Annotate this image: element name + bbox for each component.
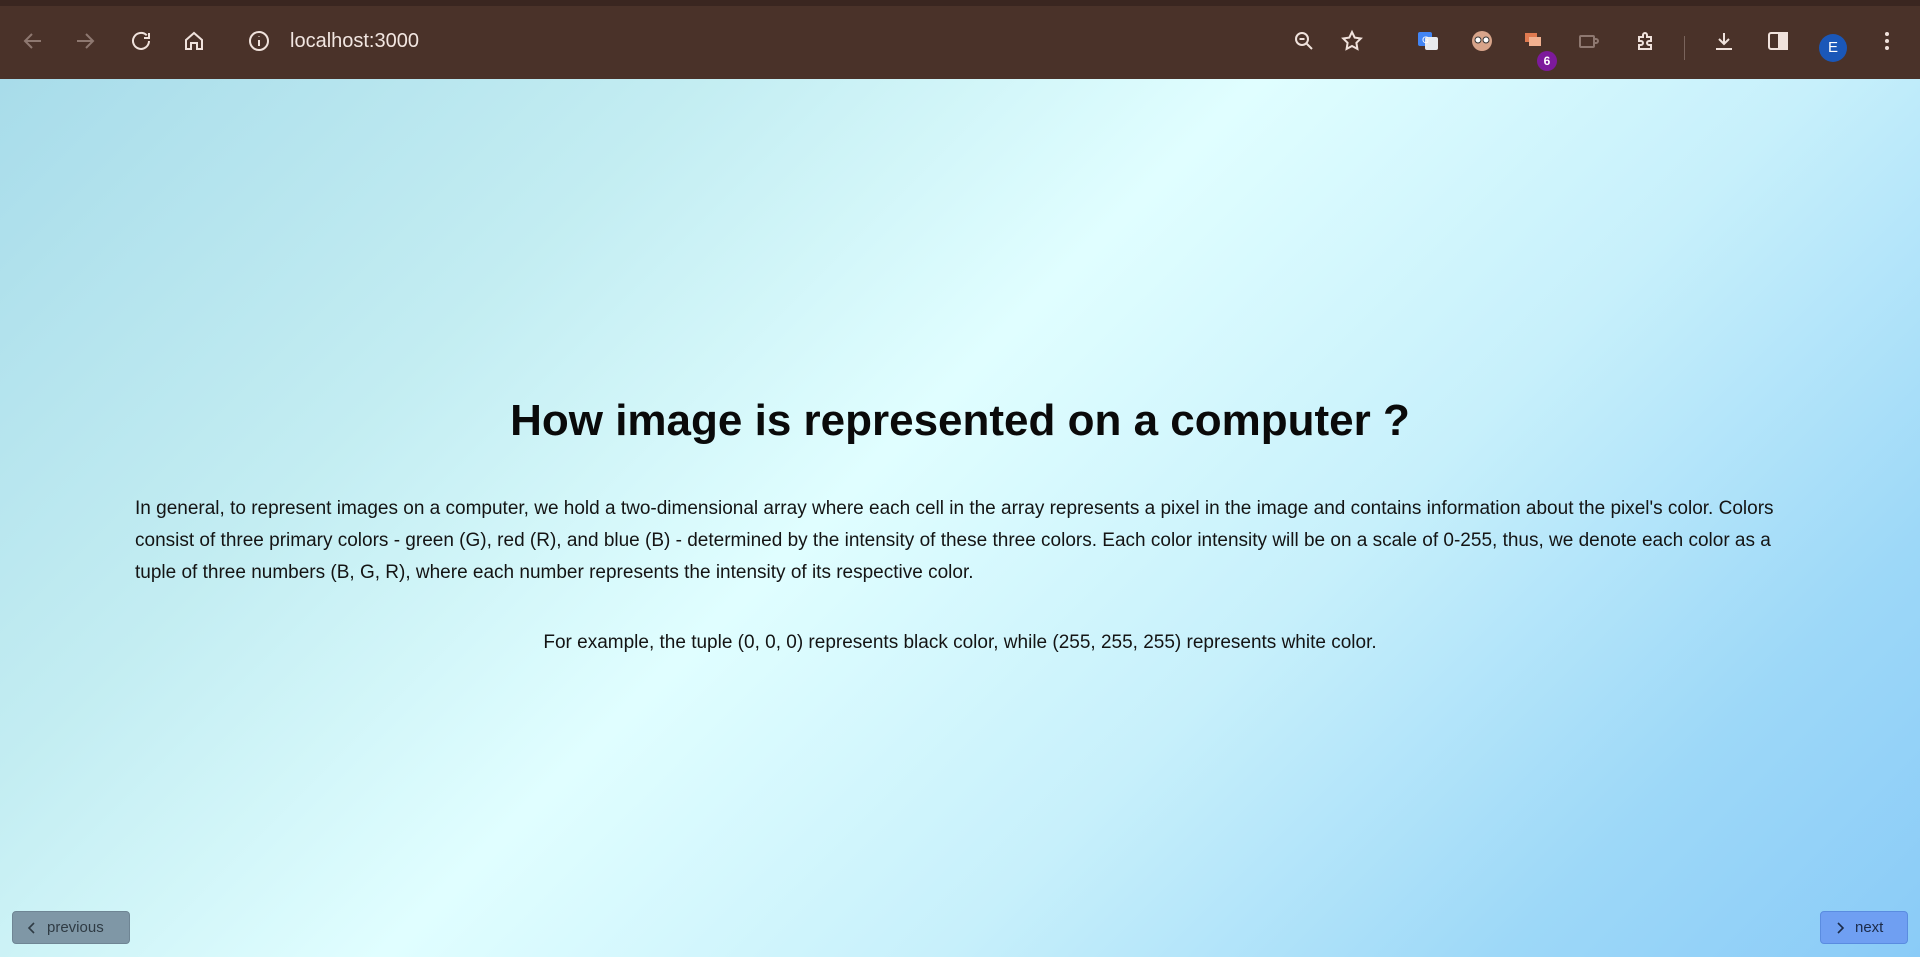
page-title: How image is represented on a computer ? bbox=[510, 396, 1410, 445]
previous-button[interactable]: previous bbox=[12, 911, 130, 944]
chevron-right-icon bbox=[1837, 921, 1845, 934]
site-info-icon[interactable] bbox=[246, 28, 272, 54]
example-text: For example, the tuple (0, 0, 0) represe… bbox=[543, 632, 1377, 653]
menu-icon[interactable] bbox=[1874, 28, 1900, 54]
avatar[interactable]: E bbox=[1819, 34, 1847, 62]
back-icon[interactable] bbox=[20, 28, 46, 54]
extension-cup-icon[interactable] bbox=[1576, 28, 1602, 54]
browser-toolbar: localhost:3000 G 6 E bbox=[0, 0, 1920, 79]
extension-cards-icon[interactable] bbox=[1521, 28, 1547, 54]
download-icon[interactable] bbox=[1711, 28, 1737, 54]
explanation-paragraph: In general, to represent images on a com… bbox=[135, 498, 1774, 583]
next-button-label: next bbox=[1855, 919, 1884, 936]
page-content: How image is represented on a computer ?… bbox=[0, 79, 1920, 957]
home-icon[interactable] bbox=[181, 28, 207, 54]
next-button[interactable]: next bbox=[1820, 911, 1908, 944]
previous-button-label: previous bbox=[47, 919, 104, 936]
address-bar-url[interactable]: localhost:3000 bbox=[290, 28, 419, 54]
extension-badge: 6 bbox=[1537, 51, 1557, 71]
forward-icon[interactable] bbox=[72, 28, 98, 54]
bookmark-star-icon[interactable] bbox=[1339, 28, 1365, 54]
zoom-icon[interactable] bbox=[1291, 28, 1317, 54]
reload-icon[interactable] bbox=[128, 28, 154, 54]
side-panel-icon[interactable] bbox=[1765, 28, 1791, 54]
chevron-left-icon bbox=[27, 921, 35, 934]
extensions-puzzle-icon[interactable] bbox=[1633, 28, 1659, 54]
toolbar-divider bbox=[1684, 36, 1685, 60]
svg-text:G: G bbox=[1422, 36, 1429, 46]
google-translate-icon[interactable]: G bbox=[1415, 28, 1441, 54]
extension-face-icon[interactable] bbox=[1469, 28, 1495, 54]
